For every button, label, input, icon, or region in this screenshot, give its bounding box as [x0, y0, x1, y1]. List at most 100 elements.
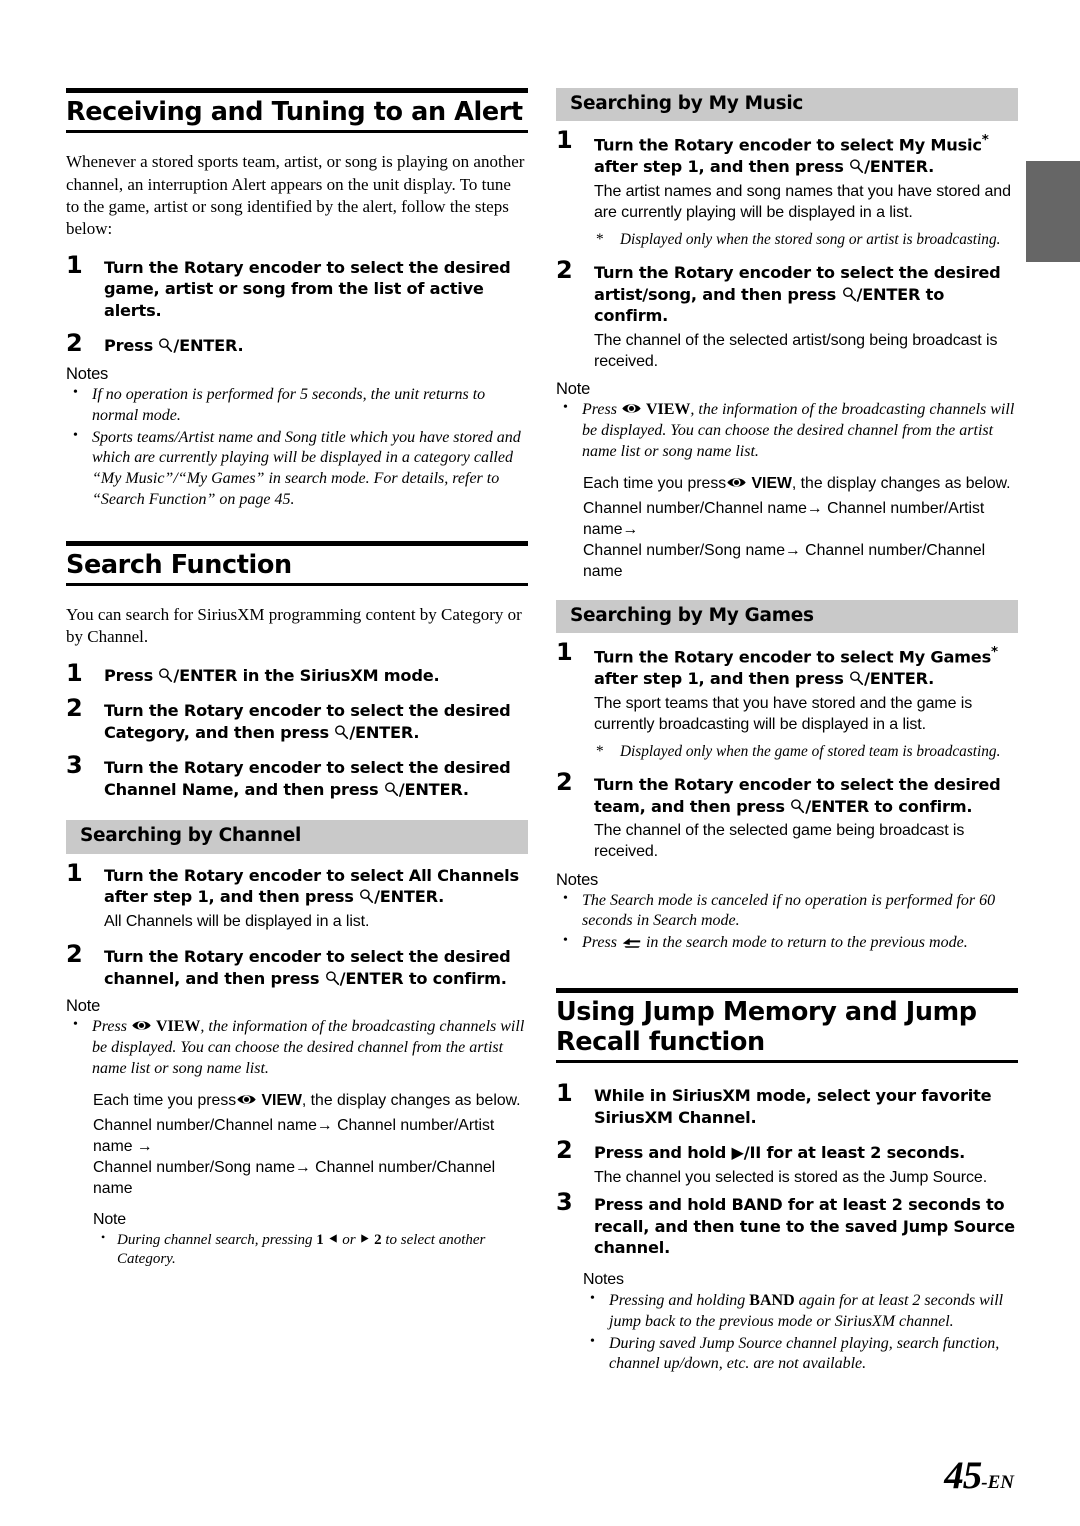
nested-note-list: During channel search, pressing 1 or 2 t… — [93, 1230, 528, 1270]
page-title-jump-memory: Using Jump Memory and Jump Recall functi… — [556, 997, 977, 1058]
step-text-part: Press and hold — [594, 1143, 732, 1163]
view-eye-icon — [621, 401, 642, 414]
note-item: If no operation is performed for 5 secon… — [66, 384, 528, 427]
page-title-receiving-alert: Receiving and Tuning to an Alert — [66, 97, 523, 127]
notes-label: Notes — [66, 365, 109, 384]
search-icon — [325, 970, 340, 986]
manual-page: Receiving and Tuning to an Alert Wheneve… — [0, 0, 1080, 1526]
note-indent-block-channel: Each time you press VIEW, the display ch… — [66, 1090, 528, 1270]
step-number: 1 — [556, 638, 573, 667]
step-text-bold: Rotary encoder — [183, 865, 321, 885]
triangle-right-icon — [359, 1231, 370, 1243]
step-number: 2 — [556, 768, 573, 797]
notes-list-jump: Pressing and holding BAND again for at l… — [583, 1290, 1018, 1376]
note-item: Pressing and holding BAND again for at l… — [583, 1290, 1018, 1333]
search-icon — [334, 724, 349, 740]
note-list-channel: Press VIEW, the information of the broad… — [66, 1016, 528, 1079]
step-text-bold: Rotary encoder — [673, 135, 811, 155]
step-alert-1: 1 Turn the Rotary encoder to select the … — [66, 253, 528, 322]
footnote-my-games: * Displayed only when the game of stored … — [594, 742, 1018, 762]
note-item: During channel search, pressing 1 or 2 t… — [93, 1230, 528, 1270]
each-time-part: , the display changes as below. — [301, 1091, 521, 1109]
note-text-part: or — [338, 1231, 360, 1248]
footnote-text: Displayed only when the stored song or a… — [620, 231, 1001, 249]
right-column: Searching by My Music 1 Turn the Rotary … — [556, 88, 1018, 1385]
step-number: 1 — [66, 250, 83, 279]
footnote-text: Displayed only when the game of stored t… — [620, 743, 1001, 761]
step-text: Press and hold ▶/II for at least 2 secon… — [594, 1142, 1018, 1164]
footnote-marker: * — [991, 644, 998, 661]
step-text-part: /ENTER. — [349, 722, 420, 742]
notes-label: Notes — [583, 1270, 624, 1288]
each-time-part: Each time you press — [583, 474, 727, 492]
step-my-music-2: 2 Turn the Rotary encoder to select the … — [556, 258, 1018, 372]
view-label: VIEW — [261, 1091, 302, 1109]
search-icon — [384, 781, 399, 797]
step-text-part: after step 1, and then press — [594, 157, 850, 177]
section-title: Searching by My Music — [570, 93, 804, 114]
step-text-part: Turn the — [594, 135, 674, 155]
step-text-bold: Rotary encoder — [183, 758, 321, 778]
step-search-3: 3 Turn the Rotary encoder to select the … — [66, 753, 528, 800]
left-column: Receiving and Tuning to an Alert Wheneve… — [66, 88, 528, 1271]
note-text-part: in the search mode to return to the prev… — [641, 934, 968, 952]
step-number: 2 — [66, 940, 83, 969]
display-flow-line-1: Channel number/Channel name→ Channel num… — [583, 499, 985, 538]
step-text-part: Turn the — [104, 947, 184, 967]
triangle-left-icon — [328, 1231, 339, 1243]
step-text-bold: Rotary encoder — [673, 647, 811, 667]
step-sub-text: The channel of the selected game being b… — [594, 822, 965, 861]
search-icon — [158, 337, 173, 353]
step-text: Turn the Rotary encoder to select the de… — [104, 946, 528, 989]
footnote-marker: * — [981, 132, 989, 149]
page-title-search-function: Search Function — [66, 549, 292, 580]
step-text-part: /ENTER. — [173, 336, 244, 356]
step-text: Turn the Rotary encoder to select My Gam… — [594, 644, 1018, 689]
intro-paragraph-search: You can search for SiriusXM programming … — [66, 604, 522, 647]
note-text-part: During channel search, pressing — [117, 1231, 317, 1248]
step-channel-1: 1 Turn the Rotary encoder to select All … — [66, 861, 528, 932]
chapter-search-function: Search Function — [66, 540, 528, 586]
step-text: Turn the Rotary encoder to select the de… — [594, 774, 1018, 817]
step-sub-text: The channel you selected is stored as th… — [594, 1168, 988, 1186]
each-time-line: Each time you press VIEW, the display ch… — [93, 1090, 528, 1111]
step-my-games-2: 2 Turn the Rotary encoder to select the … — [556, 770, 1018, 863]
step-text: Turn the Rotary encoder to select the de… — [594, 262, 1018, 327]
chapter-jump-memory: Using Jump Memory and Jump Recall functi… — [556, 988, 1018, 1064]
page-number-footer: 45-EN — [944, 1453, 1014, 1498]
step-number: 2 — [66, 329, 83, 358]
step-text-part: Turn the — [594, 647, 674, 667]
step-search-2: 2 Turn the Rotary encoder to select the … — [66, 696, 528, 743]
step-text: Press /ENTER in the SiriusXM mode. — [104, 665, 528, 687]
note-item: Sports teams/Artist name and Song title … — [66, 427, 528, 511]
step-text-part: /ENTER in the SiriusXM mode. — [173, 665, 440, 685]
rule-top — [556, 988, 1018, 994]
step-text-part: Turn the — [104, 701, 184, 721]
section-title: Searching by My Games — [570, 604, 814, 626]
step-text-part: Press — [104, 665, 159, 685]
note-item: During saved Jump Source channel playing… — [583, 1333, 1018, 1376]
note-text-part: Press — [582, 934, 621, 952]
section-heading-searching-by-my-music: Searching by My Music — [556, 88, 1018, 122]
note-item: Press VIEW, the information of the broad… — [556, 399, 1018, 462]
step-text-part: for at least 2 seconds. — [761, 1143, 966, 1163]
step-number: 1 — [66, 658, 83, 687]
step-search-1: 1 Press /ENTER in the SiriusXM mode. — [66, 661, 528, 687]
note-item: The Search mode is canceled if no operat… — [556, 890, 1018, 933]
view-label: VIEW — [751, 474, 792, 492]
notes-list-my-games: The Search mode is canceled if no operat… — [556, 890, 1018, 954]
band-button-label: BAND — [749, 1292, 795, 1310]
step-text: Turn the Rotary encoder to select the de… — [104, 257, 528, 322]
step-text: Turn the Rotary encoder to select the de… — [104, 700, 528, 743]
note-view-label: VIEW — [155, 1018, 201, 1036]
footnote-star: * — [596, 231, 604, 249]
step-text-part: Press — [104, 336, 159, 356]
step-text-part: Turn the — [594, 775, 674, 795]
each-time-part: , the display changes as below. — [791, 474, 1011, 492]
step-sub-text: The channel of the selected artist/song … — [594, 331, 998, 371]
section-title: Searching by Channel — [80, 825, 302, 847]
step-number: 2 — [66, 694, 83, 723]
each-time-part: Each time you press — [93, 1091, 237, 1109]
step-text-part: /ENTER. — [374, 887, 445, 907]
band-button-label: BAND — [731, 1195, 783, 1215]
